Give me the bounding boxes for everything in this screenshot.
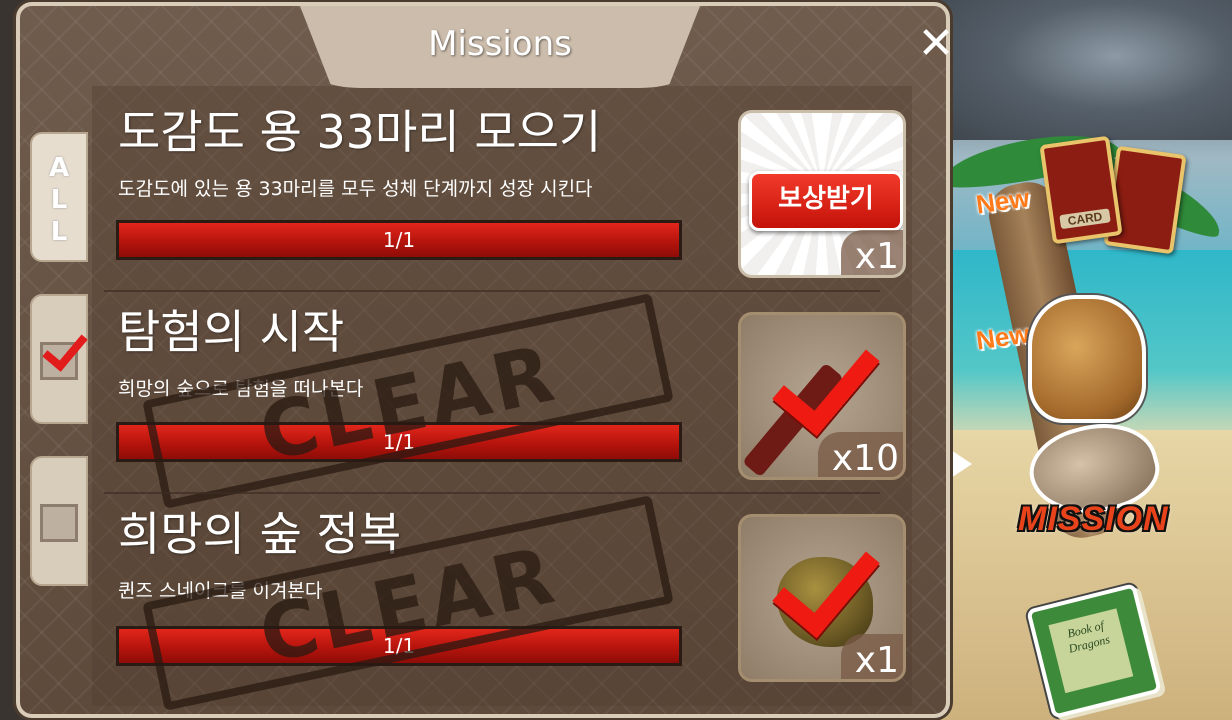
row-divider [104, 492, 880, 494]
completed-checkbox[interactable] [40, 324, 88, 380]
reward-box: x1 [738, 514, 906, 682]
card-button[interactable]: CARD [1039, 135, 1123, 245]
card-label: CARD [1059, 208, 1111, 230]
panel-title: Missions [428, 24, 572, 64]
reward-box: x10 [738, 312, 906, 480]
progress-bar: 1/1 [116, 220, 682, 260]
reward-count: x1 [840, 230, 903, 275]
incomplete-checkbox[interactable] [40, 504, 78, 542]
reward-count: x1 [840, 634, 903, 679]
tab-incomplete[interactable] [30, 456, 88, 586]
mission-title: 도감도 용 33마리 모으기 [118, 105, 602, 159]
book-title: Book of Dragons [1048, 608, 1134, 694]
tab-all[interactable]: ALL [30, 132, 88, 262]
mission-title: 탐험의 시작 [118, 305, 345, 359]
game-scene-background: New CARD New MISSION Book of Dragons [940, 0, 1232, 720]
mission-title: 희망의 숲 정복 [118, 507, 402, 561]
storm-clouds [940, 0, 1232, 140]
progress-text: 1/1 [382, 228, 416, 252]
reward-box: 보상받기 x1 [738, 110, 906, 278]
reward-count: x10 [817, 432, 903, 477]
tab-completed[interactable] [30, 294, 88, 424]
collapse-arrow-icon[interactable] [948, 448, 972, 480]
tab-all-text: ALL [49, 153, 70, 247]
tab-all-label: ALL [32, 152, 86, 248]
checkmark-icon [42, 324, 88, 372]
close-button[interactable]: ✕ [914, 22, 958, 68]
backpack-icon[interactable] [1028, 295, 1146, 423]
row-divider [104, 290, 880, 292]
mission-description: 도감도에 있는 용 33마리를 모두 성체 단계까지 성장 시킨다 [118, 178, 593, 200]
mission-button-label[interactable]: MISSION [1018, 500, 1169, 539]
claim-reward-button[interactable]: 보상받기 [749, 171, 903, 231]
